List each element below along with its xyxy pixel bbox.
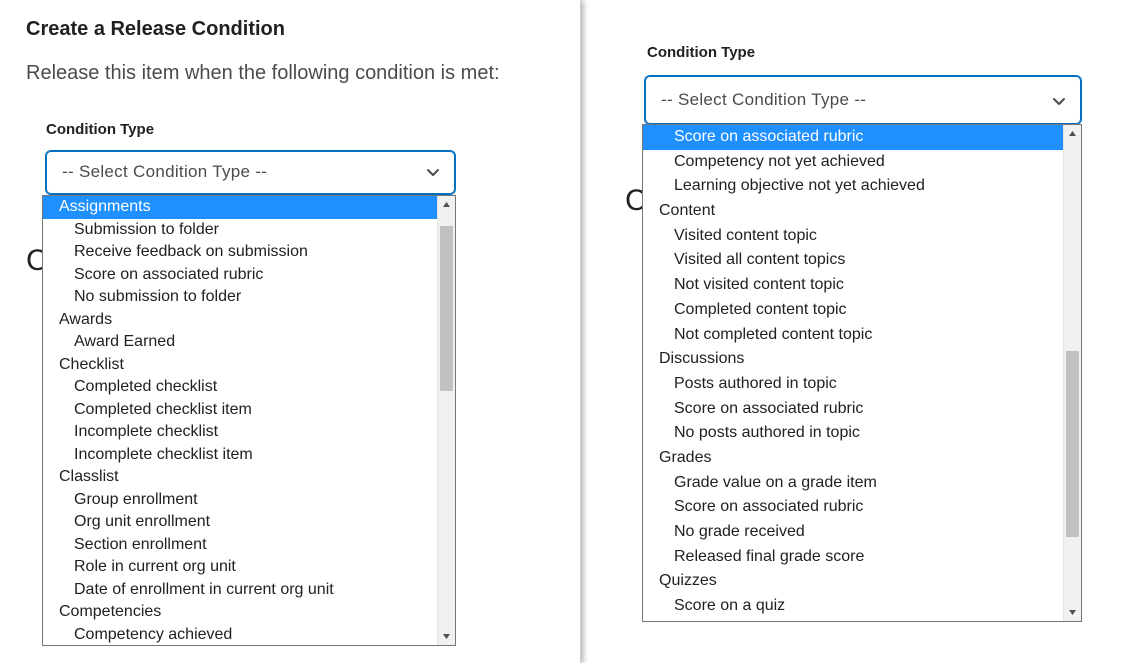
option-item[interactable]: Score on associated rubric xyxy=(643,125,1081,150)
chevron-down-icon xyxy=(1053,98,1065,105)
option-item[interactable]: Group enrollment xyxy=(43,489,455,512)
option-item[interactable]: Not visited content topic xyxy=(643,273,1081,298)
option-item[interactable]: No grade received xyxy=(643,520,1081,545)
option-item[interactable]: Incomplete checklist xyxy=(43,421,455,444)
option-group-header: Competencies xyxy=(59,603,162,620)
option-group-header: Discussions xyxy=(659,350,745,368)
scroll-up-arrow-icon[interactable] xyxy=(1064,125,1081,142)
dialog-description: Release this item when the following con… xyxy=(26,62,500,84)
option-item[interactable]: Role in current org unit xyxy=(43,556,455,579)
option-item[interactable]: Score on associated rubric xyxy=(643,495,1081,520)
option-item[interactable]: Incomplete checklist item xyxy=(43,444,455,467)
option-item[interactable]: Receive feedback on submission xyxy=(43,241,455,264)
chevron-down-icon xyxy=(427,169,439,176)
option-item[interactable]: Completed checklist xyxy=(43,376,455,399)
option-group-header: Quizzes xyxy=(659,572,717,590)
scroll-up-arrow-icon[interactable] xyxy=(438,196,455,213)
option-item[interactable]: Submission to folder xyxy=(43,219,455,242)
option-item[interactable]: Score on associated rubric xyxy=(43,264,455,287)
option-item[interactable]: Award Earned xyxy=(43,331,455,354)
option-item[interactable]: Competency not yet achieved xyxy=(643,150,1081,175)
scroll-down-arrow-icon[interactable] xyxy=(438,628,455,645)
scrollbar-thumb[interactable] xyxy=(440,226,453,391)
option-item[interactable]: Grade value on a grade item xyxy=(643,471,1081,496)
option-group-header: Classlist xyxy=(59,468,119,485)
option-group-header: Grades xyxy=(659,448,712,466)
option-item[interactable]: Released final grade score xyxy=(643,545,1081,570)
option-item[interactable]: Date of enrollment in current org unit xyxy=(43,579,455,602)
condition-type-listbox-right[interactable]: Score on associated rubric Competency not… xyxy=(642,124,1082,622)
option-item[interactable]: No submission to folder xyxy=(43,286,455,309)
condition-type-label: Condition Type xyxy=(46,121,155,138)
condition-type-listbox[interactable]: Assignments Submission to folder Receive f… xyxy=(42,195,456,646)
listbox-scrollbar[interactable] xyxy=(1063,125,1081,621)
select-value: -- Select Condition Type -- xyxy=(661,90,867,109)
release-condition-dialog: Create a Release Condition Release this … xyxy=(0,0,581,663)
option-item[interactable]: No posts authored in topic xyxy=(643,421,1081,446)
option-item[interactable]: Completed content topic xyxy=(643,298,1081,323)
option-item[interactable]: Posts authored in topic xyxy=(643,372,1081,397)
listbox-scrollbar[interactable] xyxy=(437,196,455,645)
option-item[interactable]: Learning objective not yet achieved xyxy=(643,174,1081,199)
option-group-header: Content xyxy=(659,202,716,220)
option-group-header: Awards xyxy=(59,310,113,328)
option-group-header: Checklist xyxy=(59,355,124,373)
condition-type-label-right: Condition Type xyxy=(647,44,756,61)
condition-type-select-right[interactable]: -- Select Condition Type -- xyxy=(644,75,1082,125)
option-item[interactable]: Visited content topic xyxy=(643,224,1081,249)
option-item[interactable]: Section enrollment xyxy=(43,534,455,557)
scroll-down-arrow-icon[interactable] xyxy=(1064,604,1081,621)
option-group-header: Assignments xyxy=(43,196,455,219)
option-item[interactable]: Completed checklist item xyxy=(43,399,455,422)
option-item[interactable]: Score on associated rubric xyxy=(643,397,1081,422)
option-item[interactable]: Score on a quiz xyxy=(643,594,1081,619)
option-item[interactable]: Visited all content topics xyxy=(643,248,1081,273)
option-list: Assignments Submission to folder Receive f… xyxy=(43,196,455,646)
condition-type-select[interactable]: -- Select Condition Type -- xyxy=(45,150,456,195)
option-item[interactable]: Competency achieved xyxy=(43,624,455,646)
option-list: Score on associated rubric Competency not… xyxy=(643,125,1081,619)
option-item[interactable]: Not completed content topic xyxy=(643,323,1081,348)
scrollbar-thumb[interactable] xyxy=(1066,351,1079,537)
dialog-title: Create a Release Condition xyxy=(26,18,285,40)
option-item[interactable]: Org unit enrollment xyxy=(43,511,455,534)
select-value: -- Select Condition Type -- xyxy=(62,162,268,181)
